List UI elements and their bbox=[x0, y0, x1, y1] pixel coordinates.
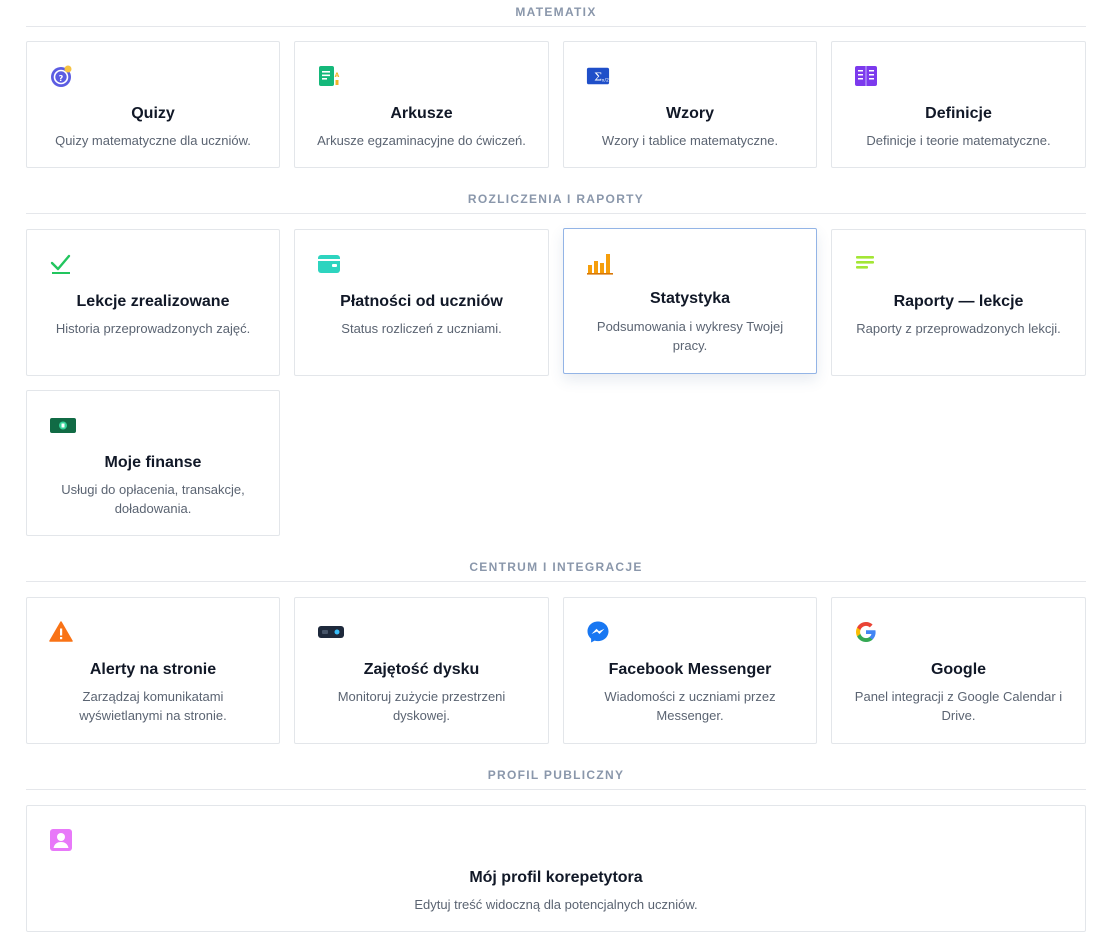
section-header-centrum: CENTRUM I INTEGRACJE bbox=[26, 560, 1086, 582]
card-wzory[interactable]: Σ x/2 Wzory Wzory i tablice matematyczne… bbox=[563, 41, 817, 168]
section-header-matematix: MATEMATIX bbox=[26, 5, 1086, 27]
card-title: Alerty na stronie bbox=[89, 661, 217, 678]
card-description: Podsumowania i wykresy Twojej pracy. bbox=[596, 319, 784, 353]
card-arkusze[interactable]: A Arkusze Arkusze egzaminacyjne do ćwicz… bbox=[294, 41, 549, 168]
card-description: Wzory i tablice matematyczne. bbox=[601, 133, 779, 148]
money-icon bbox=[50, 418, 76, 433]
card-platnosci[interactable]: Płatności od uczniów Status rozliczeń z … bbox=[294, 229, 549, 376]
card-title: Zajętość dysku bbox=[363, 661, 480, 678]
card-description: Usługi do opłacenia, transakcje, doładow… bbox=[61, 482, 245, 516]
card-raporty[interactable]: Raporty — lekcje Raporty z przeprowadzon… bbox=[831, 229, 1086, 376]
disk-icon bbox=[318, 626, 344, 638]
svg-text:A: A bbox=[335, 72, 340, 79]
card-google[interactable]: Google Panel integracji z Google Calenda… bbox=[831, 597, 1086, 744]
card-title: Płatności od uczniów bbox=[340, 293, 503, 310]
card-zajetosc-dysku[interactable]: Zajętość dysku Monitoruj zużycie przestr… bbox=[294, 597, 549, 744]
card-moj-profil[interactable]: Mój profil korepetytora Edytuj treść wid… bbox=[26, 805, 1086, 932]
card-title: Wzory bbox=[666, 105, 714, 122]
card-quizy[interactable]: ? Quizy Quizy matematyczne dla uczniów. bbox=[26, 41, 280, 168]
card-description: Definicje i teorie matematyczne. bbox=[866, 133, 1051, 148]
messenger-icon bbox=[587, 621, 609, 643]
card-title: Google bbox=[930, 661, 987, 678]
card-description: Monitoruj zużycie przestrzeni dyskowej. bbox=[337, 689, 506, 723]
card-moje-finanse[interactable]: Moje finanse Usługi do opłacenia, transa… bbox=[26, 390, 280, 536]
card-description: Raporty z przeprowadzonych lekcji. bbox=[856, 321, 1061, 336]
card-title: Arkusze bbox=[390, 105, 453, 122]
card-description: Edytuj treść widoczną dla potencjalnych … bbox=[414, 897, 698, 912]
card-description: Arkusze egzaminacyjne do ćwiczeń. bbox=[317, 133, 526, 148]
worksheet-icon: A bbox=[319, 66, 340, 86]
card-description: Wiadomości z uczniami przez Messenger. bbox=[604, 689, 776, 723]
card-title: Statystyka bbox=[649, 290, 731, 307]
svg-text:?: ? bbox=[59, 74, 64, 83]
svg-text:x/2: x/2 bbox=[602, 78, 609, 84]
card-lekcje-zrealizowane[interactable]: Lekcje zrealizowane Historia przeprowadz… bbox=[26, 229, 280, 376]
card-title: Moje finanse bbox=[104, 454, 202, 471]
card-title: Mój profil korepetytora bbox=[469, 869, 643, 886]
section-header-rozliczenia: ROZLICZENIA I RAPORTY bbox=[26, 192, 1086, 214]
wallet-icon bbox=[318, 255, 340, 273]
section-header-profil: PROFIL PUBLICZNY bbox=[26, 768, 1086, 790]
card-title: Definicje bbox=[925, 105, 992, 122]
card-statystyka[interactable]: Statystyka Podsumowania i wykresy Twojej… bbox=[563, 228, 817, 374]
card-description: Status rozliczeń z uczniami. bbox=[341, 321, 502, 336]
lines-icon bbox=[856, 256, 874, 269]
card-alerty[interactable]: Alerty na stronie Zarządzaj komunikatami… bbox=[26, 597, 280, 744]
book-icon bbox=[855, 66, 877, 86]
formula-icon: Σ x/2 bbox=[586, 67, 610, 85]
card-description: Quizy matematyczne dla uczniów. bbox=[55, 133, 251, 148]
card-description: Panel integracji z Google Calendar i Dri… bbox=[854, 689, 1063, 723]
quiz-icon: ? bbox=[51, 65, 72, 87]
card-messenger[interactable]: Facebook Messenger Wiadomości z uczniami… bbox=[563, 597, 817, 744]
card-definicje[interactable]: Definicje Definicje i teorie matematyczn… bbox=[831, 41, 1086, 168]
card-title: Quizy bbox=[131, 105, 175, 122]
bar-chart-icon bbox=[587, 254, 613, 275]
card-title: Facebook Messenger bbox=[608, 661, 772, 678]
card-title: Raporty — lekcje bbox=[893, 293, 1024, 310]
google-icon bbox=[856, 622, 876, 642]
checkmark-icon bbox=[50, 254, 71, 274]
warning-icon bbox=[49, 621, 73, 642]
card-description: Historia przeprowadzonych zajęć. bbox=[55, 321, 251, 336]
profile-icon bbox=[50, 829, 72, 851]
card-description: Zarządzaj komunikatami wyświetlanymi na … bbox=[79, 689, 227, 723]
card-title: Lekcje zrealizowane bbox=[76, 293, 230, 310]
